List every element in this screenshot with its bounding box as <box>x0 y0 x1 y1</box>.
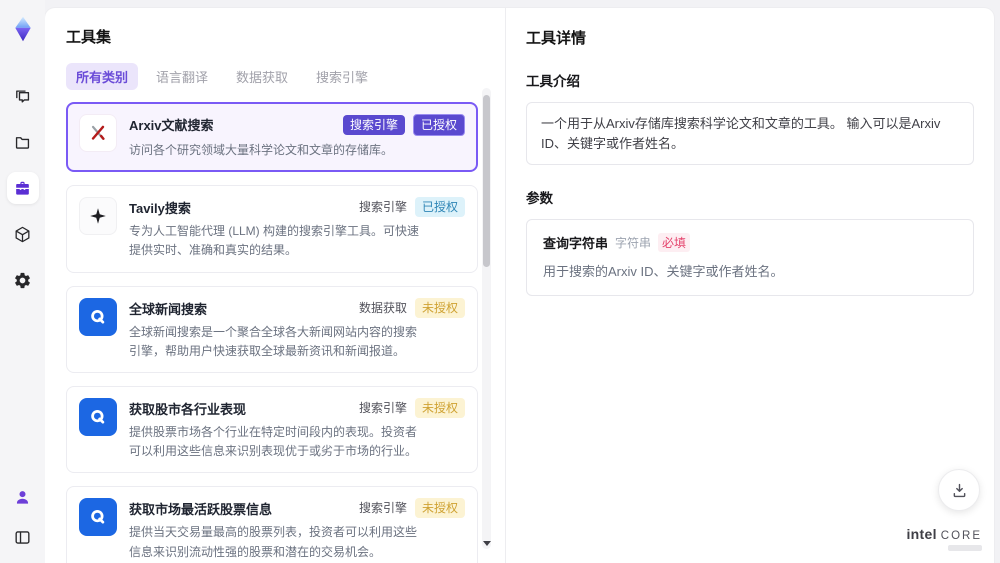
sidebar-item-cube[interactable] <box>7 218 39 250</box>
category-tabs: 所有类别 语言翻译 数据获取 搜索引擎 <box>66 63 505 90</box>
sidebar-item-panel-toggle[interactable] <box>7 521 39 553</box>
sidebar-item-folder[interactable] <box>7 126 39 158</box>
tool-auth-badge: 未授权 <box>414 498 465 519</box>
active-stocks-icon <box>79 498 117 537</box>
intro-heading: 工具介绍 <box>526 74 580 89</box>
tool-category-badge: 搜索引擎 <box>358 400 407 415</box>
global-news-icon <box>79 297 117 336</box>
tool-desc: 专为人工智能代理 (LLM) 构建的搜索引擎工具。可快速提供实时、准确和真实的结… <box>129 224 420 258</box>
tool-auth-badge: 未授权 <box>414 397 465 418</box>
intel-core-logo: intel CORE <box>906 526 982 551</box>
param-type: 字符串 <box>615 236 652 250</box>
tool-desc: 全球新闻搜索是一个聚合全球各大新闻网站内容的搜索引擎，帮助用户快速获取全球最新资… <box>129 324 418 358</box>
app-sidebar <box>0 0 45 563</box>
param-name: 查询字符串 <box>543 236 609 251</box>
tool-desc: 提供股票市场各个行业在特定时间段内的表现。投资者可以利用这些信息来识别表现优于或… <box>129 424 418 459</box>
download-icon <box>950 481 969 500</box>
tool-name: 获取股市各行业表现 <box>129 401 247 417</box>
tool-card[interactable]: Tavily搜索 搜索引擎 已授权 专为人工智能代理 (LLM) 构建的搜索引擎… <box>66 185 478 273</box>
param-required-badge: 必填 <box>658 233 691 252</box>
tool-card[interactable]: 全球新闻搜索 数据获取 未授权 全球新闻搜索是一个聚合全球各大新闻网站内容的搜索… <box>66 285 478 373</box>
chat-icon <box>13 87 32 106</box>
list-scrollbar[interactable] <box>482 88 491 549</box>
tool-desc: 提供当天交易量最高的股票列表，投资者可以利用这些信息来识别流动性强的股票和潜在的… <box>129 525 418 559</box>
tool-card[interactable]: Arxiv文献搜索 搜索引擎 已授权 访问各个研究领域大量科学论文和文章的存储库… <box>66 102 478 173</box>
tool-category-badge: 数据获取 <box>358 300 407 315</box>
intel-brand-text: intel <box>906 526 937 542</box>
main-sheet: 工具集 所有类别 语言翻译 数据获取 搜索引擎 Arxiv文献搜索 搜索引擎 已授权 … <box>45 8 994 563</box>
category-tab[interactable]: 数据获取 <box>226 63 298 90</box>
panel-toggle-icon <box>13 528 32 547</box>
arxiv-icon <box>79 114 117 152</box>
user-icon <box>13 488 32 507</box>
sidebar-bottom <box>7 481 39 553</box>
tool-list-panel: 工具集 所有类别 语言翻译 数据获取 搜索引擎 Arxiv文献搜索 搜索引擎 已授权 … <box>45 8 505 563</box>
settings-icon <box>13 271 32 290</box>
toolbox-icon <box>13 179 32 198</box>
tool-auth-badge: 已授权 <box>412 114 465 136</box>
tool-intro-box: 一个用于从Arxiv存储库搜索科学论文和文章的工具。 输入可以是Arxiv ID… <box>526 102 974 165</box>
scroll-down-arrow-icon[interactable] <box>483 541 491 546</box>
tool-category-badge: 搜索引擎 <box>342 115 405 135</box>
tool-category-badge: 搜索引擎 <box>358 501 407 516</box>
tool-category-badge: 搜索引擎 <box>358 200 407 215</box>
app-logo-icon[interactable] <box>8 12 38 46</box>
download-button[interactable] <box>938 469 980 511</box>
tool-auth-badge: 未授权 <box>414 297 465 318</box>
stock-sector-icon <box>79 397 117 436</box>
param-desc: 用于搜索的Arxiv ID、关键字或作者姓名。 <box>543 264 784 279</box>
intel-sub-mark <box>948 545 982 551</box>
sidebar-item-user[interactable] <box>7 481 39 513</box>
tool-card[interactable]: 获取市场最活跃股票信息 搜索引擎 未授权 提供当天交易量最高的股票列表，投资者可… <box>66 486 478 563</box>
tool-name: Tavily搜索 <box>129 201 191 217</box>
detail-title: 工具详情 <box>526 30 587 47</box>
core-brand-text: CORE <box>940 530 982 542</box>
category-tab[interactable]: 所有类别 <box>66 63 139 90</box>
sidebar-item-toolbox[interactable] <box>6 172 39 204</box>
tool-name: Arxiv文献搜索 <box>129 118 214 133</box>
tool-list: Arxiv文献搜索 搜索引擎 已授权 访问各个研究领域大量科学论文和文章的存储库… <box>66 102 478 563</box>
parameter-card: 查询字符串 字符串 必填 用于搜索的Arxiv ID、关键字或作者姓名。 <box>526 219 974 296</box>
sidebar-item-settings[interactable] <box>7 264 39 296</box>
folder-icon <box>13 133 32 152</box>
tavily-icon <box>79 197 117 236</box>
tool-detail-panel: 工具详情 工具介绍 一个用于从Arxiv存储库搜索科学论文和文章的工具。 输入可… <box>505 8 994 563</box>
category-tab[interactable]: 搜索引擎 <box>306 63 378 90</box>
tool-desc: 访问各个研究领域大量科学论文和文章的存储库。 <box>129 143 394 157</box>
tool-card[interactable]: 获取股市各行业表现 搜索引擎 未授权 提供股票市场各个行业在特定时间段内的表现。… <box>66 385 478 474</box>
sidebar-item-chat[interactable] <box>7 80 39 112</box>
scrollbar-thumb[interactable] <box>483 95 490 267</box>
params-heading: 参数 <box>526 191 553 206</box>
category-tab[interactable]: 语言翻译 <box>146 63 218 90</box>
sidebar-nav <box>6 80 39 296</box>
tool-auth-badge: 已授权 <box>414 197 465 218</box>
tool-name: 全球新闻搜索 <box>129 301 208 317</box>
page-title: 工具集 <box>66 29 112 46</box>
cube-icon <box>13 225 32 244</box>
tool-name: 获取市场最活跃股票信息 <box>129 502 273 518</box>
